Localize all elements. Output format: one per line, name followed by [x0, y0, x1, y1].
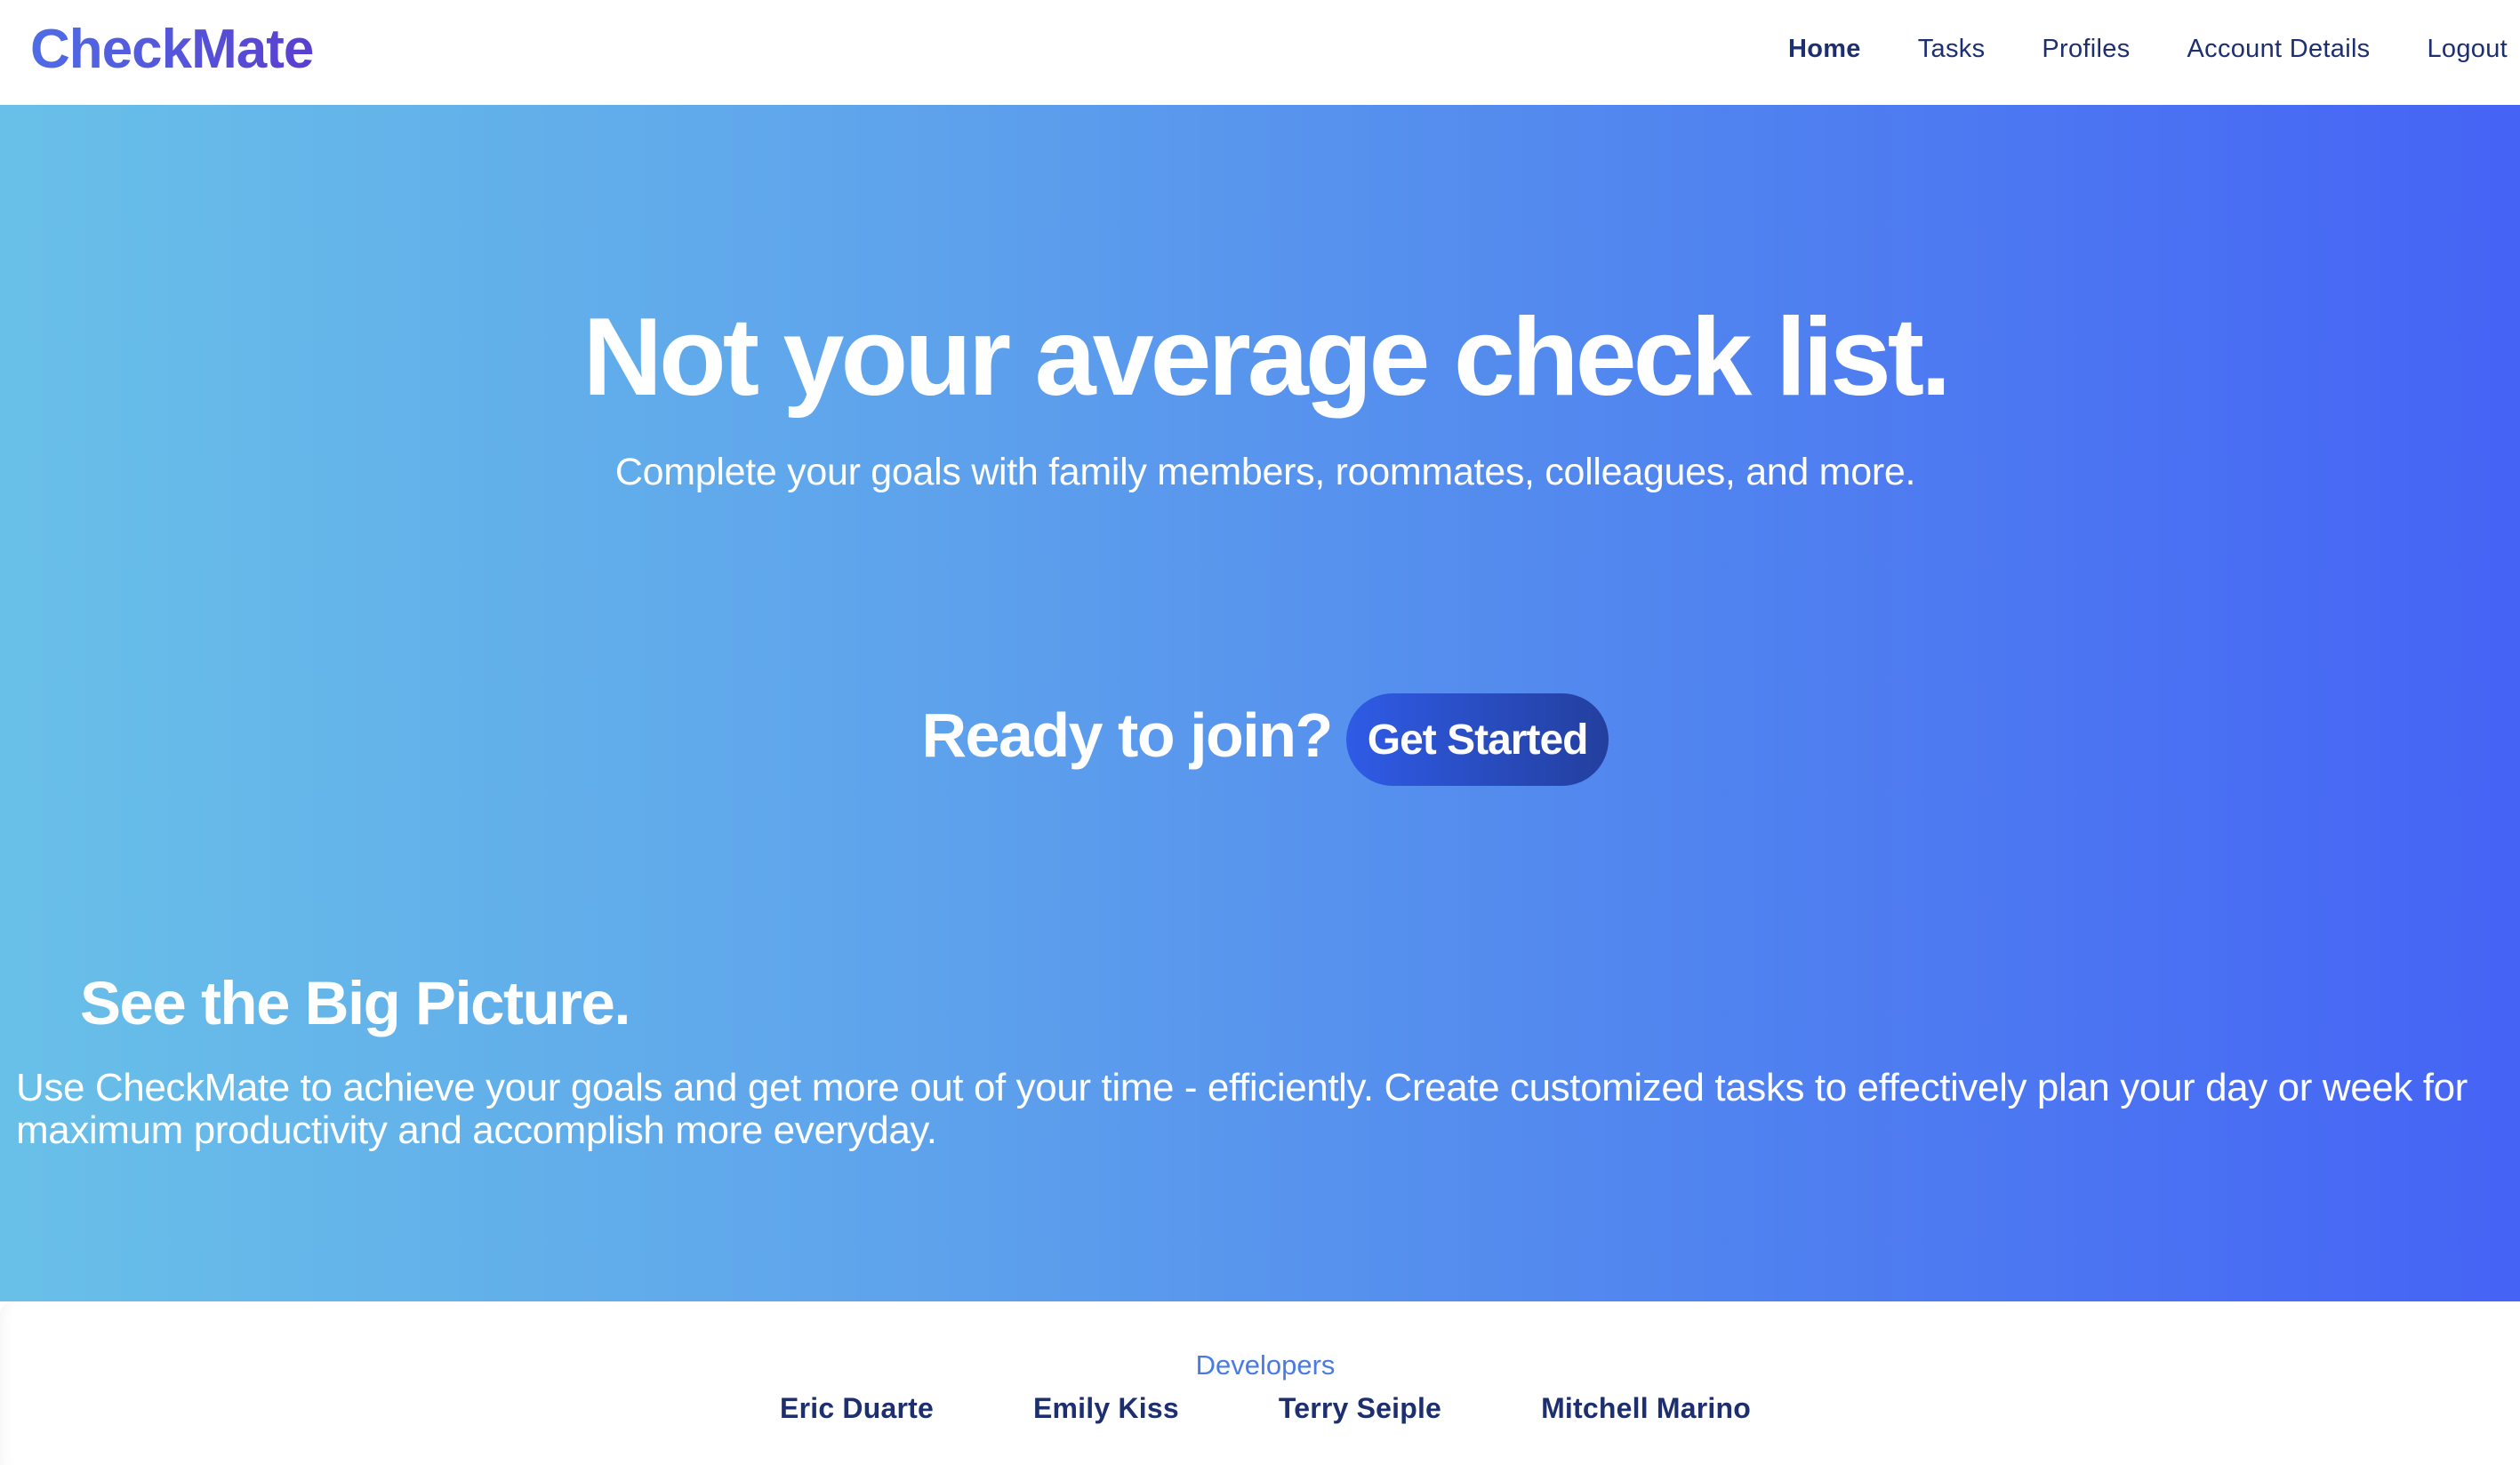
- nav-logout-link[interactable]: Logout: [2399, 36, 2520, 62]
- developer-name: Emily Kiss: [1032, 1392, 1179, 1424]
- hero-section: Not your average check list. Complete yo…: [0, 105, 2520, 1301]
- join-prompt: Ready to join?: [921, 700, 1334, 770]
- developer-name: Mitchell Marino: [1541, 1392, 1751, 1424]
- nav-account-details-link[interactable]: Account Details: [2159, 36, 2399, 62]
- developer-name: Eric Duarte: [780, 1392, 934, 1424]
- developer-list: Eric Duarte Emily Kiss Terry Seiple Mitc…: [0, 1394, 2520, 1422]
- nav-tasks-link[interactable]: Tasks: [1890, 36, 2014, 62]
- brand-logo[interactable]: CheckMate: [30, 22, 314, 77]
- big-picture-description: Use CheckMate to achieve your goals and …: [16, 1066, 2468, 1152]
- hero-subtitle: Complete your goals with family members,…: [614, 451, 1916, 493]
- developers-heading: Developers: [1195, 1349, 1336, 1381]
- top-navbar: CheckMate Home Tasks Profiles Account De…: [0, 0, 2520, 105]
- main-nav: Home Tasks Profiles Account Details Logo…: [1760, 0, 2520, 105]
- nav-home-link[interactable]: Home: [1760, 36, 1890, 62]
- big-picture-title: See the Big Picture.: [80, 969, 631, 1037]
- hero-title: Not your average check list.: [582, 296, 1951, 419]
- join-row: Ready to join? Get Started: [0, 693, 2520, 786]
- get-started-button[interactable]: Get Started: [1345, 693, 1609, 786]
- developer-name: Terry Seiple: [1278, 1392, 1442, 1424]
- footer: Developers Eric Duarte Emily Kiss Terry …: [0, 1301, 2520, 1465]
- nav-profiles-link[interactable]: Profiles: [2013, 36, 2158, 62]
